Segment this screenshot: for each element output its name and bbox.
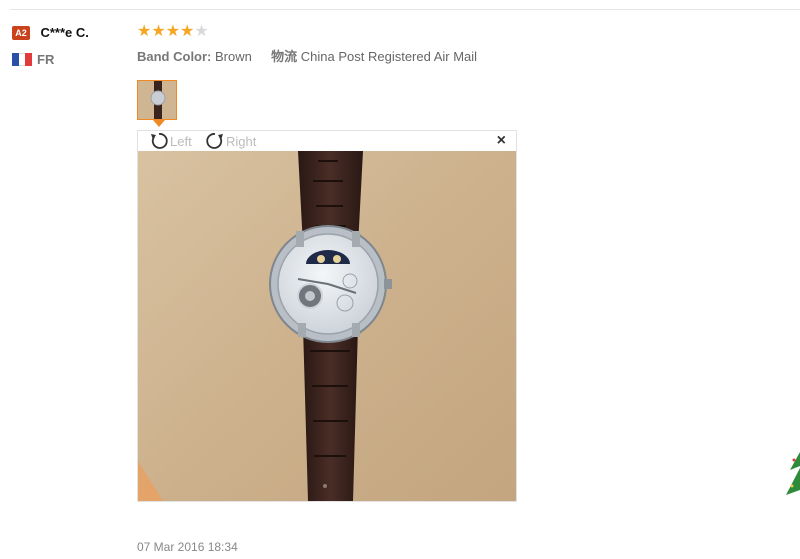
band-color-label: Band Color:	[137, 49, 212, 64]
star-rating: ★★★★★	[137, 24, 209, 40]
france-flag-icon	[12, 53, 33, 66]
close-icon[interactable]: ×	[497, 132, 506, 150]
star-icon: ★	[151, 23, 166, 40]
star-icon: ★	[180, 23, 195, 40]
rotate-left-button[interactable]: Left	[148, 131, 192, 151]
viewer-toolbar: Left Right ×	[138, 131, 516, 151]
reviewer-info: A2 C***e C. FR	[12, 24, 89, 67]
decorative-tree-icon	[780, 450, 800, 550]
level-badge: A2	[12, 25, 30, 40]
rotate-left-icon	[151, 133, 168, 149]
rotate-left-label: Left	[170, 133, 192, 149]
star-icon: ★	[165, 23, 181, 40]
rotate-right-button[interactable]: Right	[204, 131, 256, 151]
review-photo-thumbnail[interactable]	[137, 80, 177, 120]
thumbnail-pointer	[153, 120, 165, 127]
review-attributes: Band Color: Brown 物流 China Post Register…	[137, 46, 477, 65]
star-icon: ★	[137, 23, 152, 40]
star-empty-icon: ★	[194, 23, 209, 40]
reviewer-country: FR	[12, 52, 89, 67]
shipping-label: 物流	[271, 49, 298, 64]
reviewer-name: C***e C.	[40, 25, 89, 41]
review-photo	[138, 151, 516, 501]
review-date: 07 Mar 2016 18:34	[137, 540, 238, 554]
rotate-right-icon	[206, 133, 223, 149]
shipping-value: China Post Registered Air Mail	[300, 49, 478, 64]
photo-viewer: Left Right ×	[137, 130, 517, 502]
country-code: FR	[37, 52, 55, 67]
rotate-right-label: Right	[226, 133, 257, 149]
band-color-value: Brown	[215, 49, 252, 64]
divider	[10, 9, 800, 10]
